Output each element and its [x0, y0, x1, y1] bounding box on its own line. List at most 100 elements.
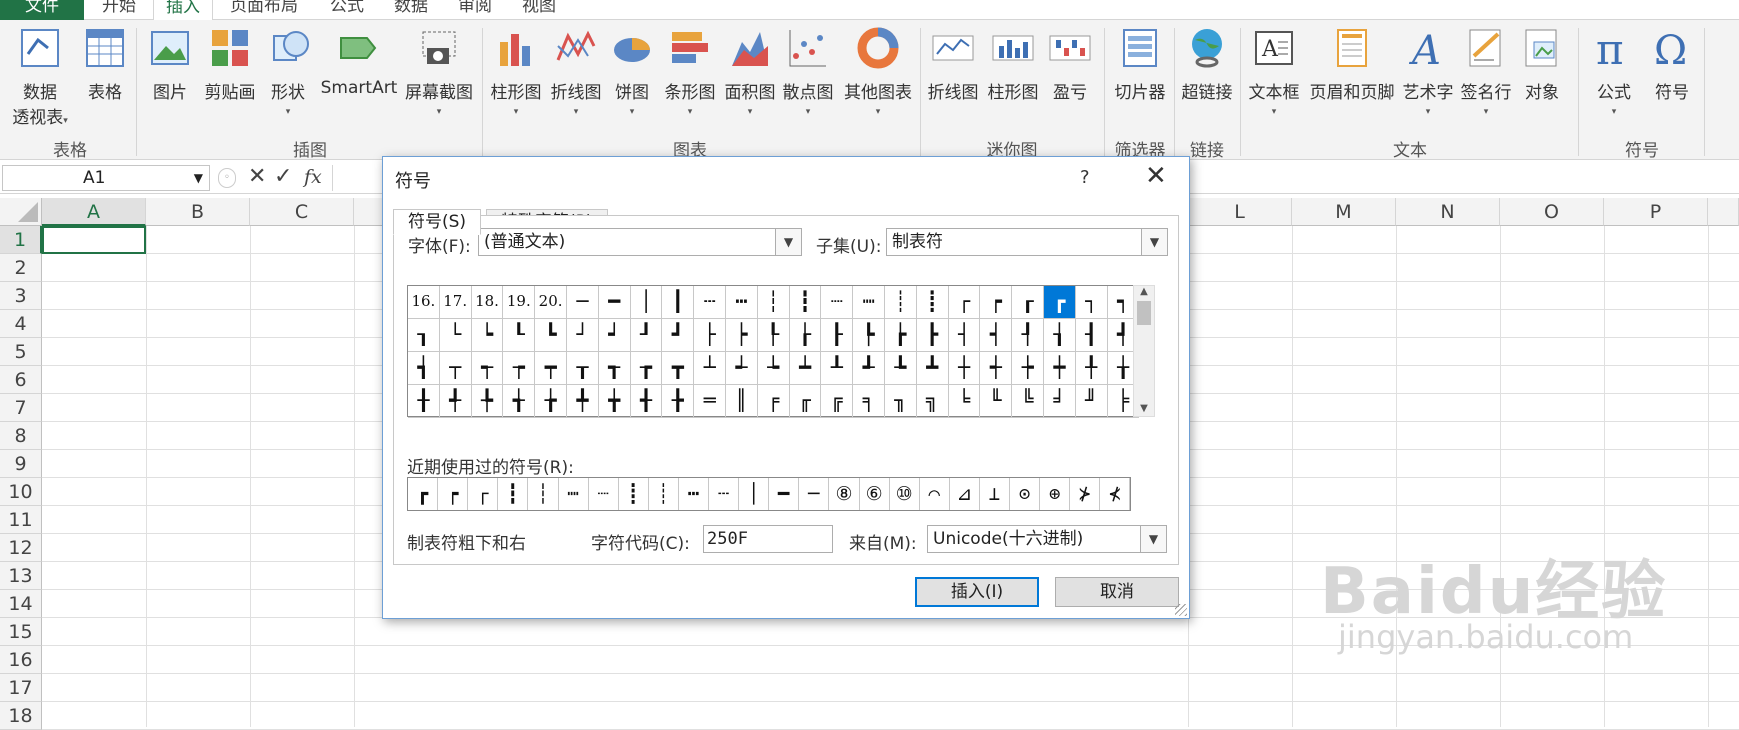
recent-symbol-cell[interactable]: ━: [769, 478, 800, 510]
column-header-m[interactable]: M: [1292, 198, 1396, 226]
subset-select[interactable]: 制表符 ▼: [886, 228, 1168, 256]
recent-symbol-cell[interactable]: ┉: [559, 478, 589, 510]
symbol-cell[interactable]: ╊: [662, 385, 695, 418]
symbol-cell[interactable]: ┞: [757, 319, 790, 352]
screenshot-button[interactable]: 屏幕截图 ▾: [402, 26, 476, 117]
row-header[interactable]: 10: [0, 478, 42, 506]
symbol-cell[interactable]: ┽: [980, 352, 1013, 385]
column-chart-button[interactable]: 柱形图 ▾: [488, 26, 544, 117]
symbol-cell[interactable]: ┒: [408, 319, 440, 352]
symbol-cell[interactable]: ╃: [439, 385, 472, 418]
insert-button[interactable]: 插入(I): [915, 577, 1039, 607]
symbol-cell[interactable]: ┆: [757, 286, 790, 319]
row-header[interactable]: 18: [0, 702, 42, 730]
symbol-cell[interactable]: ┱: [598, 352, 631, 385]
recent-symbol-cell[interactable]: ┍: [438, 478, 469, 510]
column-header-l[interactable]: L: [1188, 198, 1292, 226]
sparkline-line-button[interactable]: 折线图: [924, 26, 982, 103]
row-header[interactable]: 11: [0, 506, 42, 534]
symbol-cell[interactable]: ╆: [535, 385, 567, 418]
symbol-cell[interactable]: ║: [726, 385, 758, 418]
recent-symbol-cell[interactable]: ⊕: [1040, 478, 1071, 510]
symbol-cell[interactable]: ┊: [885, 286, 917, 319]
column-header-c[interactable]: C: [250, 198, 354, 226]
column-header-p[interactable]: P: [1604, 198, 1708, 226]
symbol-cell[interactable]: ┚: [630, 319, 663, 352]
symbol-cell[interactable]: ┹: [853, 352, 885, 385]
recent-symbol-cell[interactable]: ⑩: [890, 478, 920, 510]
symbol-cell[interactable]: ╙: [980, 385, 1013, 418]
chevron-down-icon[interactable]: ▼: [1141, 229, 1167, 255]
sparkline-winloss-button[interactable]: 盈亏: [1048, 26, 1092, 103]
signature-line-button[interactable]: 签名行 ▾: [1458, 26, 1514, 117]
scatter-chart-button[interactable]: 散点图 ▾: [780, 26, 836, 117]
symbol-cell[interactable]: ╔: [821, 385, 854, 418]
symbol-cell[interactable]: ┯: [535, 352, 567, 385]
smartart-button[interactable]: SmartArt: [318, 26, 400, 98]
symbol-cell[interactable]: ┮: [503, 352, 536, 385]
tab-view[interactable]: 视图: [522, 0, 556, 20]
row-header[interactable]: 6: [0, 366, 42, 394]
clip-art-button[interactable]: 剪贴画: [200, 26, 260, 103]
recent-symbol-cell[interactable]: ⑧: [829, 478, 860, 510]
recent-symbol-cell[interactable]: ┏: [408, 478, 439, 510]
other-charts-button[interactable]: 其他图表 ▾: [840, 26, 916, 117]
symbol-cell[interactable]: ╚: [1012, 385, 1044, 418]
symbol-cell[interactable]: ┠: [821, 319, 854, 352]
symbol-cell[interactable]: ╓: [789, 385, 822, 418]
tab-symbols[interactable]: 符号(S): [393, 209, 482, 235]
tab-insert[interactable]: 插入: [153, 0, 213, 20]
symbol-cell[interactable]: ┡: [853, 319, 885, 352]
recent-symbol-cell[interactable]: ⊁: [1070, 478, 1101, 510]
row-header[interactable]: 7: [0, 394, 42, 422]
symbol-cell[interactable]: ╉: [630, 385, 663, 418]
tab-page-layout[interactable]: 页面布局: [230, 0, 298, 20]
symbol-cell[interactable]: ┭: [471, 352, 504, 385]
bar-chart-button[interactable]: 条形图 ▾: [662, 26, 718, 117]
symbol-cell[interactable]: 17.: [439, 286, 472, 319]
symbol-cell[interactable]: ┣: [916, 319, 949, 352]
chevron-down-icon[interactable]: ▼: [194, 166, 203, 190]
column-header-o[interactable]: O: [1500, 198, 1604, 226]
symbol-cell[interactable]: ═: [694, 385, 726, 418]
header-footer-button[interactable]: 页眉和页脚: [1306, 26, 1398, 103]
symbol-cell[interactable]: ┴: [694, 352, 726, 385]
object-button[interactable]: 对象: [1518, 26, 1566, 103]
symbol-cell[interactable]: ╖: [885, 385, 917, 418]
area-chart-button[interactable]: 面积图 ▾: [722, 26, 778, 117]
recent-symbol-cell[interactable]: ┄: [709, 478, 740, 510]
row-header[interactable]: 17: [0, 674, 42, 702]
symbol-cell[interactable]: ┏: [1044, 286, 1076, 319]
symbol-cell[interactable]: 18.: [471, 286, 504, 319]
symbol-cell[interactable]: ┉: [853, 286, 885, 319]
symbol-cell[interactable]: ┗: [535, 319, 567, 352]
cancel-button[interactable]: 取消: [1055, 577, 1179, 607]
recent-symbol-cell[interactable]: ┌: [468, 478, 499, 510]
recent-symbol-cell[interactable]: ⌒: [920, 478, 950, 510]
symbol-cell[interactable]: │: [630, 286, 663, 319]
char-code-input[interactable]: 250F: [703, 525, 833, 553]
symbol-cell[interactable]: ╇: [567, 385, 599, 418]
symbol-cell[interactable]: └: [439, 319, 472, 352]
symbol-cell[interactable]: ╀: [1075, 352, 1108, 385]
recent-symbol-cell[interactable]: ┋: [619, 478, 649, 510]
symbol-cell[interactable]: ┃: [662, 286, 695, 319]
recent-symbol-cell[interactable]: ┈: [589, 478, 619, 510]
symbol-cell[interactable]: ┶: [757, 352, 790, 385]
symbol-cell[interactable]: ┲: [630, 352, 663, 385]
from-select[interactable]: Unicode(十六进制) ▼: [927, 525, 1167, 553]
symbol-cell[interactable]: ┵: [726, 352, 758, 385]
row-header[interactable]: 9: [0, 450, 42, 478]
symbol-cell[interactable]: ┤: [948, 319, 981, 352]
symbol-cell[interactable]: ┝: [726, 319, 758, 352]
symbol-cell[interactable]: ┍: [980, 286, 1013, 319]
table-button[interactable]: 表格: [80, 26, 130, 103]
symbol-cell[interactable]: ┸: [821, 352, 854, 385]
symbol-cell[interactable]: ┥: [980, 319, 1013, 352]
recent-symbol-cell[interactable]: ⊿: [950, 478, 980, 510]
help-button[interactable]: ?: [1080, 167, 1090, 188]
select-all-corner[interactable]: [0, 198, 42, 226]
text-box-button[interactable]: A 文本框 ▾: [1246, 26, 1302, 117]
symbol-cell[interactable]: ┾: [1012, 352, 1044, 385]
symbol-cell[interactable]: ╘: [948, 385, 981, 418]
